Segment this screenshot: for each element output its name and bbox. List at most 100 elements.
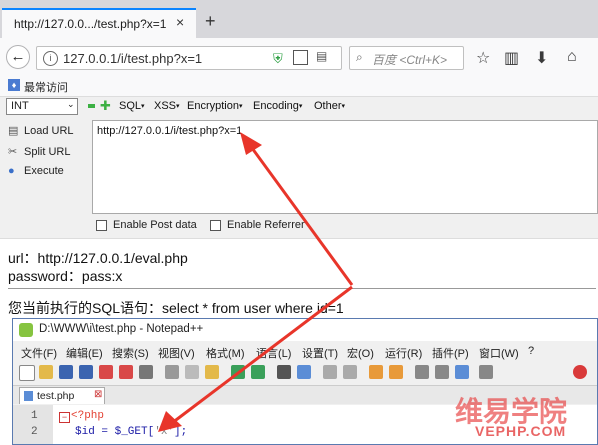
search-icon: ⌕ xyxy=(356,50,363,64)
save-all-icon[interactable] xyxy=(79,365,93,379)
menu-file[interactable]: 文件(F) xyxy=(21,345,57,361)
notepad-file-tab[interactable]: test.php ⊠ xyxy=(19,387,105,404)
url-text[interactable]: 127.0.0.1/i/test.php?x=1 xyxy=(63,51,202,66)
copy-icon[interactable] xyxy=(185,365,199,379)
close-file-icon[interactable] xyxy=(99,365,113,379)
bookmarks-bar: ♦ 最常访问 xyxy=(0,76,598,96)
minus-icon[interactable] xyxy=(88,104,95,108)
split-url-button[interactable]: ✂ Split URL xyxy=(8,145,70,158)
code-line-2: $id = $_GET['x']; xyxy=(75,426,187,438)
enable-referrer-checkbox[interactable] xyxy=(210,220,221,231)
notepad-toolbar xyxy=(13,361,597,386)
show-all-icon[interactable] xyxy=(435,365,449,379)
close-all-icon[interactable] xyxy=(119,365,133,379)
notepad-title: D:\WWW\i\test.php - Notepad++ xyxy=(39,323,204,335)
menu-window[interactable]: 窗口(W) xyxy=(479,345,519,361)
home-icon[interactable]: ⌂ xyxy=(567,48,577,66)
hackbar-toolbar: INT ⌄ ✚ SQL▾ XSS▾ Encryption▾ Encoding▾ … xyxy=(0,96,598,119)
url-bar[interactable]: i 127.0.0.1/i/test.php?x=1 ⛨ ▤ xyxy=(36,46,342,70)
code-string: 'x' xyxy=(154,426,175,438)
menu-language[interactable]: 语言(L) xyxy=(256,345,291,361)
line-number-gutter: 1 2 xyxy=(13,405,53,444)
notepad-title-bar: D:\WWW\i\test.php - Notepad++ xyxy=(13,319,597,341)
select-value: INT xyxy=(11,100,29,112)
menu-sql[interactable]: SQL▾ xyxy=(119,100,145,112)
redo-icon[interactable] xyxy=(251,365,265,379)
bookmark-icon: ♦ xyxy=(8,79,20,91)
info-icon[interactable]: i xyxy=(43,51,58,66)
find-icon[interactable] xyxy=(277,365,291,379)
record-macro-icon[interactable] xyxy=(573,365,587,379)
sync-scroll-icon[interactable] xyxy=(369,365,383,379)
open-file-icon[interactable] xyxy=(39,365,53,379)
menu-encoding[interactable]: Encoding▾ xyxy=(253,100,302,112)
doc-map-icon[interactable] xyxy=(479,365,493,379)
tab-title: http://127.0.0.../test.php?x=1 xyxy=(14,17,167,31)
enable-referrer-label[interactable]: Enable Referrer xyxy=(227,219,305,231)
qr-code-icon[interactable] xyxy=(293,50,308,65)
menu-settings[interactable]: 设置(T) xyxy=(302,345,338,361)
line-number: 2 xyxy=(31,426,38,438)
menu-search[interactable]: 搜索(S) xyxy=(112,345,149,361)
bookmark-most-visited[interactable]: 最常访问 xyxy=(24,79,68,95)
sync-horizontal-icon[interactable] xyxy=(389,365,403,379)
zoom-out-icon[interactable] xyxy=(343,365,357,379)
notepad-app-icon xyxy=(19,323,33,337)
load-url-button[interactable]: ▤ Load URL xyxy=(8,124,74,137)
menu-view[interactable]: 视图(V) xyxy=(158,345,195,361)
watermark-domain: VEPHP.COM xyxy=(475,423,567,439)
hackbar-url-textarea[interactable]: http://127.0.0.1/i/test.php?x=1 xyxy=(92,120,598,214)
indent-guide-icon[interactable] xyxy=(455,365,469,379)
library-icon[interactable]: ▥ xyxy=(504,48,519,68)
new-tab-button[interactable]: + xyxy=(205,12,216,30)
new-file-icon[interactable] xyxy=(19,365,35,381)
chevron-down-icon: ⌄ xyxy=(67,99,75,109)
navigation-bar: ← i 127.0.0.1/i/test.php?x=1 ⛨ ▤ ⌕ 百度 <C… xyxy=(0,38,598,77)
menu-plugins[interactable]: 插件(P) xyxy=(432,345,469,361)
execute-button[interactable]: ● Execute xyxy=(8,165,64,177)
menu-other[interactable]: Other▾ xyxy=(314,100,345,112)
reader-mode-icon[interactable]: ▤ xyxy=(316,49,327,63)
browser-tab-bar: http://127.0.0.../test.php?x=1 × + xyxy=(0,0,598,38)
menu-run[interactable]: 运行(R) xyxy=(385,345,422,361)
menu-xss[interactable]: XSS▾ xyxy=(154,100,180,112)
hackbar-type-select[interactable]: INT ⌄ xyxy=(6,98,78,115)
menu-macro[interactable]: 宏(O) xyxy=(347,345,374,361)
execute-icon: ● xyxy=(8,165,15,177)
save-icon[interactable] xyxy=(59,365,73,379)
separator xyxy=(0,238,598,239)
hackbar-body: ▤ Load URL ✂ Split URL ● Execute http://127… xyxy=(0,118,598,238)
star-icon[interactable]: ☆ xyxy=(476,48,490,68)
shield-icon[interactable]: ⛨ xyxy=(273,51,283,67)
load-url-icon: ▤ xyxy=(8,125,19,137)
search-placeholder[interactable]: 百度 <Ctrl+K> xyxy=(372,51,447,68)
hackbar-url-value: http://127.0.0.1/i/test.php?x=1 xyxy=(97,125,243,137)
print-icon[interactable] xyxy=(139,365,153,379)
undo-icon[interactable] xyxy=(231,365,245,379)
word-wrap-icon[interactable] xyxy=(415,365,429,379)
replace-icon[interactable] xyxy=(297,365,311,379)
menu-format[interactable]: 格式(M) xyxy=(206,345,245,361)
menu-help[interactable]: ? xyxy=(528,345,534,357)
zoom-in-icon[interactable] xyxy=(323,365,337,379)
menu-edit[interactable]: 编辑(E) xyxy=(66,345,103,361)
line-number: 1 xyxy=(31,410,38,422)
plus-icon[interactable]: ✚ xyxy=(100,99,111,112)
close-tab-icon[interactable]: × xyxy=(176,14,184,30)
file-icon xyxy=(24,391,33,401)
search-box[interactable]: ⌕ 百度 <Ctrl+K> xyxy=(349,46,464,70)
close-tab-icon[interactable]: ⊠ xyxy=(94,389,102,400)
password-line: password：pass:x xyxy=(8,268,123,284)
menu-encryption[interactable]: Encryption▾ xyxy=(187,100,243,112)
back-button[interactable]: ← xyxy=(6,45,30,69)
fold-icon[interactable]: − xyxy=(59,412,70,423)
file-tab-label: test.php xyxy=(37,390,75,402)
cut-icon[interactable] xyxy=(165,365,179,379)
enable-post-checkbox[interactable] xyxy=(96,220,107,231)
browser-tab[interactable]: http://127.0.0.../test.php?x=1 × xyxy=(2,8,196,38)
enable-post-label[interactable]: Enable Post data xyxy=(113,219,197,231)
code-var: $id = $_GET[ xyxy=(75,426,155,438)
split-url-icon: ✂ xyxy=(8,146,18,158)
download-icon[interactable]: ⬇ xyxy=(535,48,548,68)
paste-icon[interactable] xyxy=(205,365,219,379)
